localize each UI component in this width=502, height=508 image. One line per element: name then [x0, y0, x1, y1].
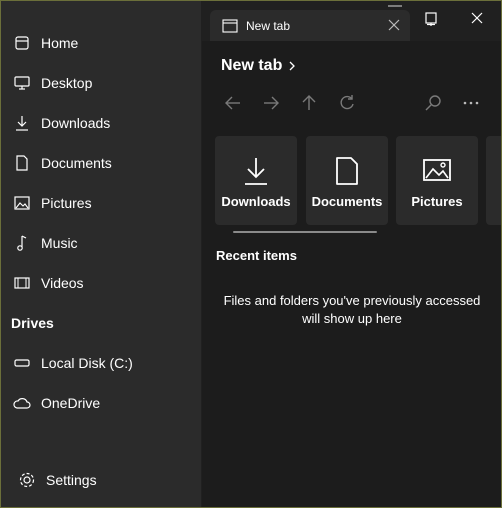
card-label: Downloads — [221, 194, 291, 209]
maximize-icon[interactable] — [424, 12, 442, 30]
tab-label: New tab — [246, 19, 291, 33]
forward-arrow-icon[interactable] — [262, 94, 280, 112]
sidebar-item-label: Downloads — [41, 115, 111, 131]
file-explorer-window: Home Desktop Downloads Documents Picture — [0, 0, 502, 508]
sidebar-item-local-disk[interactable]: Local Disk (C:) — [1, 345, 201, 381]
horizontal-scrollbar[interactable] — [233, 231, 377, 233]
back-arrow-icon[interactable] — [224, 94, 242, 112]
picture-icon — [13, 194, 31, 212]
sidebar-item-label: Home — [41, 35, 79, 51]
empty-state-message: Files and folders you've previously acce… — [223, 293, 481, 326]
music-icon — [13, 234, 31, 252]
card-downloads[interactable]: Downloads — [215, 136, 297, 225]
download-icon — [13, 114, 31, 132]
window-icon — [222, 19, 238, 33]
close-window-icon[interactable] — [470, 11, 488, 29]
sidebar-item-label: OneDrive — [41, 395, 101, 411]
refresh-icon[interactable] — [338, 94, 356, 112]
drive-icon — [13, 354, 31, 372]
card-pictures[interactable]: Pictures — [396, 136, 478, 225]
sidebar-item-downloads[interactable]: Downloads — [1, 105, 201, 141]
sidebar-item-home[interactable]: Home — [1, 25, 201, 61]
sidebar-item-documents[interactable]: Documents — [1, 145, 201, 181]
settings-label: Settings — [46, 472, 97, 488]
download-icon — [242, 156, 270, 186]
sidebar-item-pictures[interactable]: Pictures — [1, 185, 201, 221]
up-arrow-icon[interactable] — [300, 94, 318, 112]
cloud-icon — [13, 394, 31, 412]
search-icon[interactable] — [424, 94, 442, 112]
home-icon — [13, 34, 31, 52]
sidebar-item-desktop[interactable]: Desktop — [1, 65, 201, 101]
picture-icon — [423, 156, 451, 186]
settings-button[interactable]: Settings — [1, 462, 201, 498]
sidebar-item-videos[interactable]: Videos — [1, 265, 201, 301]
sidebar-item-label: Music — [41, 235, 78, 251]
recent-items-title: Recent items — [216, 248, 297, 263]
sidebar-item-label: Documents — [41, 155, 112, 171]
sidebar-item-music[interactable]: Music — [1, 225, 201, 261]
tab-new-tab[interactable]: New tab — [210, 10, 410, 42]
breadcrumb[interactable]: New tab — [221, 57, 296, 75]
sidebar-item-label: Desktop — [41, 75, 93, 91]
desktop-icon — [13, 74, 31, 92]
sidebar-item-label: Videos — [41, 275, 84, 291]
sidebar-item-label: Local Disk (C:) — [41, 355, 133, 371]
main-pane: New tab New tab Downloads Documents Pict… — [202, 1, 501, 507]
card-partial[interactable] — [486, 136, 501, 225]
document-icon — [333, 156, 361, 186]
sidebar: Home Desktop Downloads Documents Picture — [1, 1, 201, 507]
document-icon — [13, 154, 31, 172]
breadcrumb-item[interactable]: New tab — [221, 57, 282, 75]
more-options-icon[interactable] — [462, 94, 480, 112]
sidebar-item-onedrive[interactable]: OneDrive — [1, 385, 201, 421]
sidebar-item-label: Pictures — [41, 195, 92, 211]
gear-icon — [18, 471, 36, 489]
card-label: Documents — [311, 194, 383, 209]
underline-bar — [387, 4, 405, 22]
quick-access-cards: Downloads Documents Pictures — [215, 136, 501, 226]
video-icon — [13, 274, 31, 292]
drives-header: Drives — [11, 315, 54, 331]
tab-strip: New tab — [202, 1, 501, 42]
chevron-right-icon — [288, 60, 296, 72]
card-documents[interactable]: Documents — [306, 136, 388, 225]
card-label: Pictures — [411, 194, 463, 209]
